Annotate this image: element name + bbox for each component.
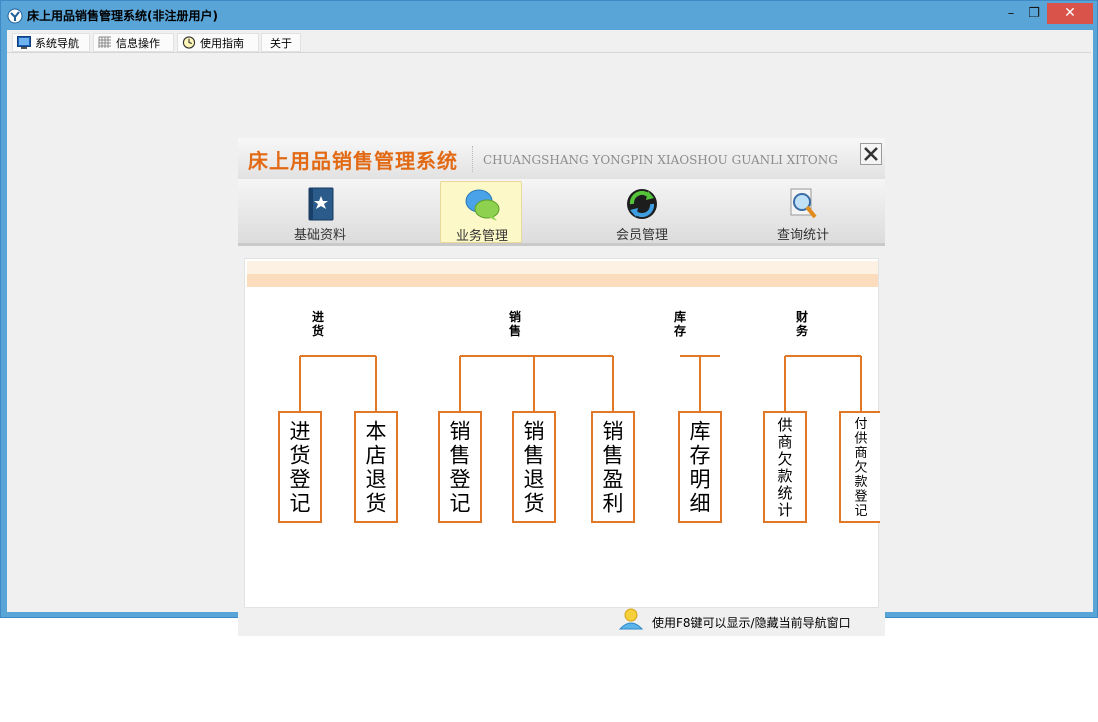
navigation-panel: 床上用品销售管理系统 CHUANGSHANG YONGPIN XIAOSHOU …: [238, 138, 885, 636]
main-content: 床上用品销售管理系统 CHUANGSHANG YONGPIN XIAOSHOU …: [7, 55, 1091, 636]
tab-label: 基础资料: [293, 228, 346, 243]
workflow-node-label: 本店退货: [366, 420, 387, 516]
app-window: 床上用品销售管理系统(非注册用户) – ❐ ✕ 系统导航 信息操作 使用指南 关…: [0, 0, 1098, 636]
menu-item-label: 信息操作: [116, 37, 160, 50]
workflow-node-label: 销售登记: [450, 420, 471, 516]
refresh-globe-icon: [627, 189, 657, 219]
clock-icon: [182, 36, 196, 49]
menu-item-label: 使用指南: [200, 37, 244, 50]
workflow-node[interactable]: 进货登记: [278, 411, 322, 523]
header-divider: [472, 146, 473, 172]
app-icon: [7, 8, 23, 24]
menu-bar: 系统导航 信息操作 使用指南 关于: [7, 30, 1093, 53]
menu-item-user-guide[interactable]: 使用指南: [177, 33, 259, 52]
menu-separator: [7, 52, 1091, 53]
group-label: 销: [509, 309, 521, 324]
grid-icon: [98, 36, 111, 48]
menu-item-label: 系统导航: [35, 37, 79, 50]
user-hint-icon: [618, 608, 644, 630]
tab-business-management[interactable]: 业务管理: [440, 181, 522, 244]
tab-label: 会员管理: [615, 228, 668, 243]
close-icon: [864, 147, 878, 161]
workflow-node-label: 销售盈利: [603, 420, 624, 516]
workflow-node[interactable]: 库存明细: [678, 411, 722, 523]
panel-header: 床上用品销售管理系统 CHUANGSHANG YONGPIN XIAOSHOU …: [238, 138, 885, 179]
module-tabs: 基础资料 业务管理 会员管理 查询统计: [238, 179, 885, 246]
workflow-node[interactable]: 本店退货: [354, 411, 398, 523]
monitor-icon: [17, 36, 31, 49]
workflow-area: 进货进货登记 本店退货 销售销售登记 销售退货 销售盈利 库存库存明细 财务供商欠款统计 付供…: [244, 258, 880, 608]
workflow-node[interactable]: 销售登记: [438, 411, 482, 523]
close-button[interactable]: ✕: [1047, 3, 1093, 24]
window-title: 床上用品销售管理系统(非注册用户): [27, 9, 218, 23]
workflow-node-label: 供商欠款统计: [777, 416, 792, 519]
group-label: 存: [673, 323, 686, 338]
menu-item-info-ops[interactable]: 信息操作: [93, 33, 174, 52]
menu-item-about[interactable]: 关于: [261, 33, 301, 52]
tab-member-management[interactable]: 会员管理: [601, 181, 683, 243]
title-bar[interactable]: 床上用品销售管理系统(非注册用户) – ❐ ✕: [1, 1, 1097, 30]
status-hint: 使用F8键可以显示/隐藏当前导航窗口: [652, 616, 851, 630]
workflow-node[interactable]: 付供商欠款登记: [839, 411, 880, 523]
menu-item-system-nav[interactable]: 系统导航: [12, 33, 90, 52]
minimize-button[interactable]: –: [1000, 3, 1022, 25]
panel-close-button[interactable]: [860, 143, 882, 165]
workflow-node-label: 销售退货: [524, 420, 545, 516]
menu-item-label: 关于: [270, 37, 292, 50]
workflow-node-label: 库存明细: [690, 420, 711, 516]
client-area: 系统导航 信息操作 使用指南 关于 床上用品销售管理系统 CHUANGSHANG…: [7, 30, 1093, 636]
group-label: 务: [796, 323, 809, 338]
workflow-node[interactable]: 供商欠款统计: [763, 411, 807, 523]
group-label: 财: [795, 309, 808, 324]
tab-label: 查询统计: [776, 228, 829, 243]
group-label: 货: [312, 323, 324, 338]
restore-button[interactable]: ❐: [1023, 3, 1045, 25]
workflow-node[interactable]: 销售退货: [512, 411, 556, 523]
group-label: 库: [674, 309, 686, 324]
workflow-tree: 进货进货登记 本店退货 销售销售登记 销售退货 销售盈利 库存库存明细 财务供商欠款统计 付供…: [278, 309, 880, 523]
book-icon: [308, 187, 334, 221]
group-label: 进: [312, 309, 324, 324]
workflow-node[interactable]: 销售盈利: [591, 411, 635, 523]
chat-bubbles-icon: [465, 189, 500, 221]
workflow-node-label: 进货登记: [290, 420, 311, 516]
tab-query-statistics[interactable]: 查询统计: [762, 181, 844, 243]
workflow-node-label: 付供商欠款登记: [854, 417, 867, 519]
magnifier-icon: [790, 188, 817, 219]
group-label: 售: [509, 323, 521, 338]
panel-title: 床上用品销售管理系统: [248, 149, 458, 173]
tab-basic-data[interactable]: 基础资料: [279, 181, 361, 243]
panel-subtitle: CHUANGSHANG YONGPIN XIAOSHOU GUANLI XITO…: [483, 153, 838, 167]
tab-label: 业务管理: [455, 229, 508, 244]
